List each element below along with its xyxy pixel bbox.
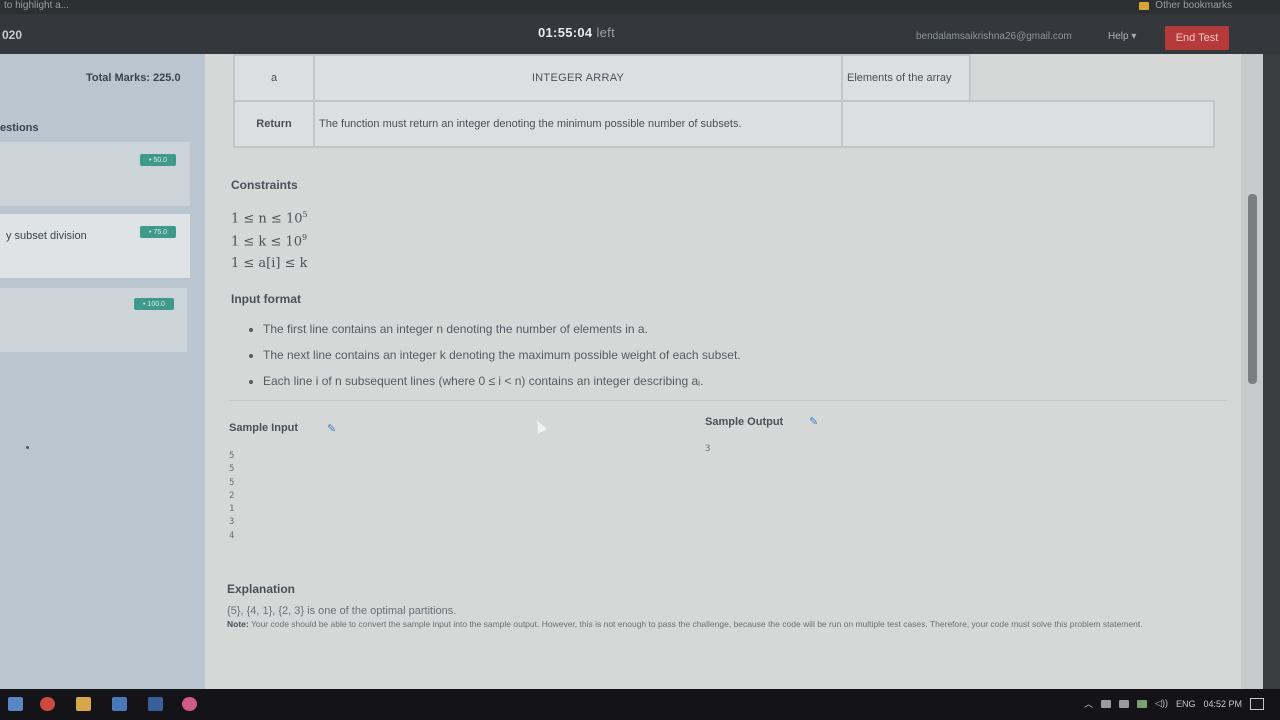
note-text: Note: Your code should be able to conver… <box>227 618 1217 630</box>
sample-input-line: 5 <box>229 464 235 475</box>
total-marks: Total Marks: 225.0 <box>86 72 181 84</box>
explanation-heading: Explanation <box>227 582 296 596</box>
other-bookmarks-label: Other bookmarks <box>1155 0 1232 11</box>
screen-edge <box>1263 54 1280 689</box>
return-label: Return <box>233 100 315 148</box>
param-type: INTEGER ARRAY <box>313 54 843 102</box>
test-header: 020 01:55:04 left bendalamsaikrishna26@gm… <box>0 14 1280 54</box>
table-spacer <box>970 55 1214 101</box>
mail-icon[interactable] <box>112 697 127 711</box>
timer-suffix: left <box>596 25 615 40</box>
sample-output-line: 3 <box>705 444 711 454</box>
note-label: Note: <box>227 619 249 629</box>
table-row: Return The function must return an integ… <box>233 100 1215 148</box>
note-body: Your code should be able to convert the … <box>250 619 1143 629</box>
sample-input-line: 1 <box>229 504 235 515</box>
sample-input-line: 5 <box>229 477 235 488</box>
marks-badge: • 100.0 <box>134 298 174 310</box>
scrollbar-thumb[interactable] <box>1248 194 1257 384</box>
constraint-exponent: 5 <box>302 210 308 219</box>
input-format-list: The first line contains an integer n den… <box>245 322 741 400</box>
dot-mark <box>26 446 29 449</box>
volume-icon[interactable]: ◁)) <box>1155 698 1168 709</box>
sample-output-block: 3 <box>705 444 710 454</box>
chevron-up-icon[interactable]: ︿ <box>1084 697 1093 710</box>
constraint-text: 1 ≤ n ≤ 10 <box>231 211 303 227</box>
question-card-1[interactable]: • 50.0 <box>0 142 190 206</box>
os-taskbar: ︿ ◁)) ENG 04:52 PM <box>0 689 1280 720</box>
sample-input-label: Sample Input <box>229 422 299 434</box>
parameters-table: a INTEGER ARRAY Elements of the array Re… <box>233 54 1215 148</box>
question-title: y subset division <box>6 230 87 242</box>
network-icon[interactable] <box>1101 699 1112 708</box>
language-indicator[interactable]: ENG <box>1176 699 1196 709</box>
app-icon[interactable] <box>148 697 163 711</box>
test-year: 020 <box>2 28 23 42</box>
param-name: a <box>233 54 315 102</box>
sample-input-line: 4 <box>229 530 235 541</box>
mouse-cursor-icon <box>532 418 548 434</box>
chrome-icon[interactable] <box>40 697 55 711</box>
constraints-heading: Constraints <box>231 178 298 192</box>
sample-input-line: 5 <box>229 451 235 461</box>
constraint-text: 1 ≤ a[i] ≤ k <box>231 256 308 271</box>
constraint-exponent: 9 <box>302 233 308 242</box>
return-description: The function must return an integer deno… <box>313 100 843 148</box>
table-row: a INTEGER ARRAY Elements of the array <box>233 54 1214 102</box>
question-card-2[interactable]: y subset division • 75.0 <box>0 214 190 278</box>
battery-icon[interactable] <box>1119 699 1130 708</box>
constraint-text: 1 ≤ k ≤ 10 <box>231 234 303 250</box>
sample-output-label: Sample Output <box>705 416 784 428</box>
constraint-a: 1 ≤ a[i] ≤ k <box>231 256 308 271</box>
link-icon[interactable]: ✎ <box>809 415 818 428</box>
clock[interactable]: 04:52 PM <box>1203 699 1242 709</box>
sample-input-line: 3 <box>229 517 235 528</box>
start-icon[interactable] <box>8 697 23 711</box>
end-test-button[interactable]: End Test <box>1165 26 1229 50</box>
input-format-heading: Input format <box>231 292 301 306</box>
list-item: The first line contains an integer n den… <box>245 322 741 336</box>
explanation-text: {5}, {4, 1}, {2, 3} is one of the optima… <box>227 605 457 617</box>
table-empty-cell <box>841 100 1215 148</box>
problem-statement: a INTEGER ARRAY Elements of the array Re… <box>205 54 1241 689</box>
marks-badge: • 50.0 <box>140 154 176 166</box>
firefox-icon[interactable] <box>182 697 197 711</box>
link-icon[interactable]: ✎ <box>327 422 336 435</box>
countdown-timer: 01:55:04 left <box>538 25 615 40</box>
other-bookmarks[interactable]: Other bookmarks <box>1139 0 1232 11</box>
param-description: Elements of the array <box>841 54 971 102</box>
marks-badge: • 75.0 <box>140 226 176 238</box>
app-tray-icon[interactable] <box>1137 699 1148 708</box>
sample-input-block: 5 5 5 2 1 3 4 <box>229 450 234 543</box>
question-sidebar: Total Marks: 225.0 estions • 50.0 y subs… <box>0 54 205 689</box>
constraint-n: 1 ≤ n ≤ 105 <box>231 210 308 226</box>
page-scrollbar[interactable] <box>1241 54 1263 689</box>
divider <box>229 400 1227 401</box>
timer-value: 01:55:04 <box>538 25 593 40</box>
user-email[interactable]: bendalamsaikrishna26@gmail.com <box>916 31 1072 42</box>
folder-icon <box>1139 1 1150 10</box>
screen: to highlight a... Other bookmarks 020 01… <box>0 0 1280 720</box>
bookmarks-bar: to highlight a... Other bookmarks <box>0 0 1280 14</box>
notification-icon[interactable] <box>1250 697 1264 710</box>
list-item: Each line i of n subsequent lines (where… <box>245 374 741 388</box>
constraint-k: 1 ≤ k ≤ 109 <box>231 233 307 249</box>
help-menu[interactable]: Help ▾ <box>1108 31 1136 42</box>
sample-input-line: 2 <box>229 490 235 501</box>
store-icon[interactable] <box>76 697 91 711</box>
questions-heading: estions <box>0 122 39 134</box>
list-item: The next line contains an integer k deno… <box>245 348 741 362</box>
question-card-3[interactable]: • 100.0 <box>0 288 187 352</box>
bookmark-item[interactable]: to highlight a... <box>4 0 69 11</box>
system-tray: ︿ ◁)) ENG 04:52 PM <box>1084 697 1264 710</box>
